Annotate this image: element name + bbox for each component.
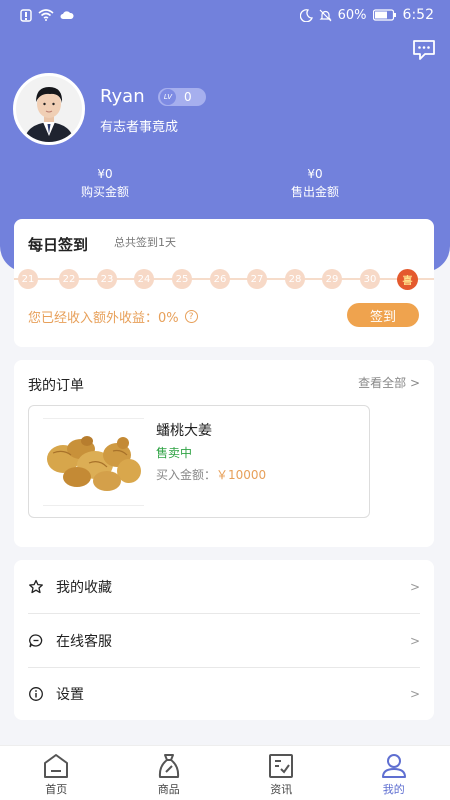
bottom-navigation: 首页 商品 资讯 我的 [0, 745, 450, 800]
checkin-day: 27 [247, 269, 267, 289]
checkin-total-days: 总共签到1天 [114, 236, 176, 249]
nav-profile[interactable]: 我的 [338, 746, 450, 800]
battery-icon [372, 9, 396, 21]
ginger-image [43, 419, 144, 505]
amount-value: ￥10000 [216, 468, 267, 482]
battery-percent: 60% [337, 7, 367, 23]
chevron-right-icon: > [409, 633, 420, 648]
checkin-day: 22 [59, 269, 79, 289]
menu-item-label: 我的收藏 [56, 579, 112, 596]
checkin-day: 23 [97, 269, 117, 289]
level-badge: LV 0 [158, 88, 206, 106]
level-number: 0 [184, 90, 192, 104]
checkin-day: 21 [18, 269, 38, 289]
star-icon [29, 579, 43, 593]
nav-products[interactable]: 商品 [113, 746, 226, 800]
wifi-icon [38, 9, 54, 21]
clock-time: 6:52 [402, 7, 434, 23]
menu-item-label: 设置 [56, 686, 84, 703]
notification-icon [20, 8, 32, 22]
order-item[interactable]: 蟠桃大姜 售卖中 买入金额：￥10000 [28, 405, 370, 518]
chat-icon [29, 633, 43, 647]
nav-news[interactable]: 资讯 [225, 746, 338, 800]
checkin-day: 28 [285, 269, 305, 289]
checkin-day: 26 [210, 269, 230, 289]
orders-title: 我的订单 [28, 378, 84, 394]
nav-label: 首页 [45, 783, 68, 796]
product-image [43, 418, 144, 506]
checkin-day: 25 [172, 269, 192, 289]
checkin-days-track: 21 22 23 24 25 26 27 28 29 30 喜 [14, 267, 434, 291]
product-status: 售卖中 [156, 446, 193, 460]
menu-item-favorites[interactable]: 我的收藏 > [14, 560, 434, 613]
user-icon [381, 754, 406, 778]
product-name: 蟠桃大姜 [156, 423, 212, 439]
home-icon [44, 754, 69, 778]
product-amount: 买入金额：￥10000 [156, 466, 266, 483]
checkin-title: 每日签到 [28, 236, 89, 254]
sell-amount-value: ¥0 [307, 167, 323, 181]
nav-label: 我的 [382, 783, 405, 796]
extra-income-label: 您已经收入额外收益：0% [28, 311, 179, 326]
chevron-right-icon: > [409, 579, 420, 594]
menu-item-label: 在线客服 [56, 633, 112, 650]
user-portrait-icon [16, 76, 82, 142]
sell-amount-stat[interactable]: ¥0 售出金额 [260, 165, 370, 201]
checkin-button[interactable]: 签到 [347, 303, 419, 327]
my-orders-card: 我的订单 查看全部 > 蟠桃大姜 售卖中 买入金额：￥10000 [14, 360, 434, 547]
mute-bell-icon [319, 9, 332, 21]
username: Ryan [100, 86, 145, 107]
daily-checkin-card: 每日签到 总共签到1天 21 22 23 24 25 26 27 28 29 3… [14, 219, 434, 347]
checkin-day: 24 [134, 269, 154, 289]
sell-amount-label: 售出金额 [290, 185, 339, 199]
news-icon [269, 754, 294, 778]
checkin-day: 29 [322, 269, 342, 289]
message-icon[interactable] [412, 39, 436, 61]
checkin-day: 30 [360, 269, 380, 289]
buy-amount-value: ¥0 [97, 167, 113, 181]
user-motto: 有志者事竟成 [100, 120, 179, 135]
amount-label: 买入金额： [156, 468, 217, 482]
buy-amount-label: 购买金额 [80, 185, 129, 199]
info-icon [29, 686, 43, 701]
menu-card: 我的收藏 > 在线客服 > 设置 > [14, 560, 434, 720]
extra-income-text: 您已经收入额外收益：0% ? [28, 307, 198, 326]
bag-icon [158, 754, 179, 778]
status-bar: 60% 6:52 [0, 0, 450, 30]
menu-item-settings[interactable]: 设置 > [14, 667, 434, 720]
chevron-right-icon: > [409, 686, 420, 701]
help-icon[interactable]: ? [184, 310, 198, 323]
gift-packet-icon: 喜 [397, 269, 418, 290]
menu-item-customer-service[interactable]: 在线客服 > [14, 614, 434, 667]
buy-amount-stat[interactable]: ¥0 购买金额 [50, 165, 160, 201]
nav-label: 资讯 [270, 783, 293, 796]
cloud-icon [60, 11, 74, 19]
moon-icon [299, 8, 313, 22]
avatar[interactable] [13, 73, 85, 145]
view-all-orders-link[interactable]: 查看全部 > [358, 374, 420, 391]
level-prefix: LV [160, 89, 176, 105]
nav-label: 商品 [157, 783, 180, 796]
nav-home[interactable]: 首页 [0, 746, 113, 800]
